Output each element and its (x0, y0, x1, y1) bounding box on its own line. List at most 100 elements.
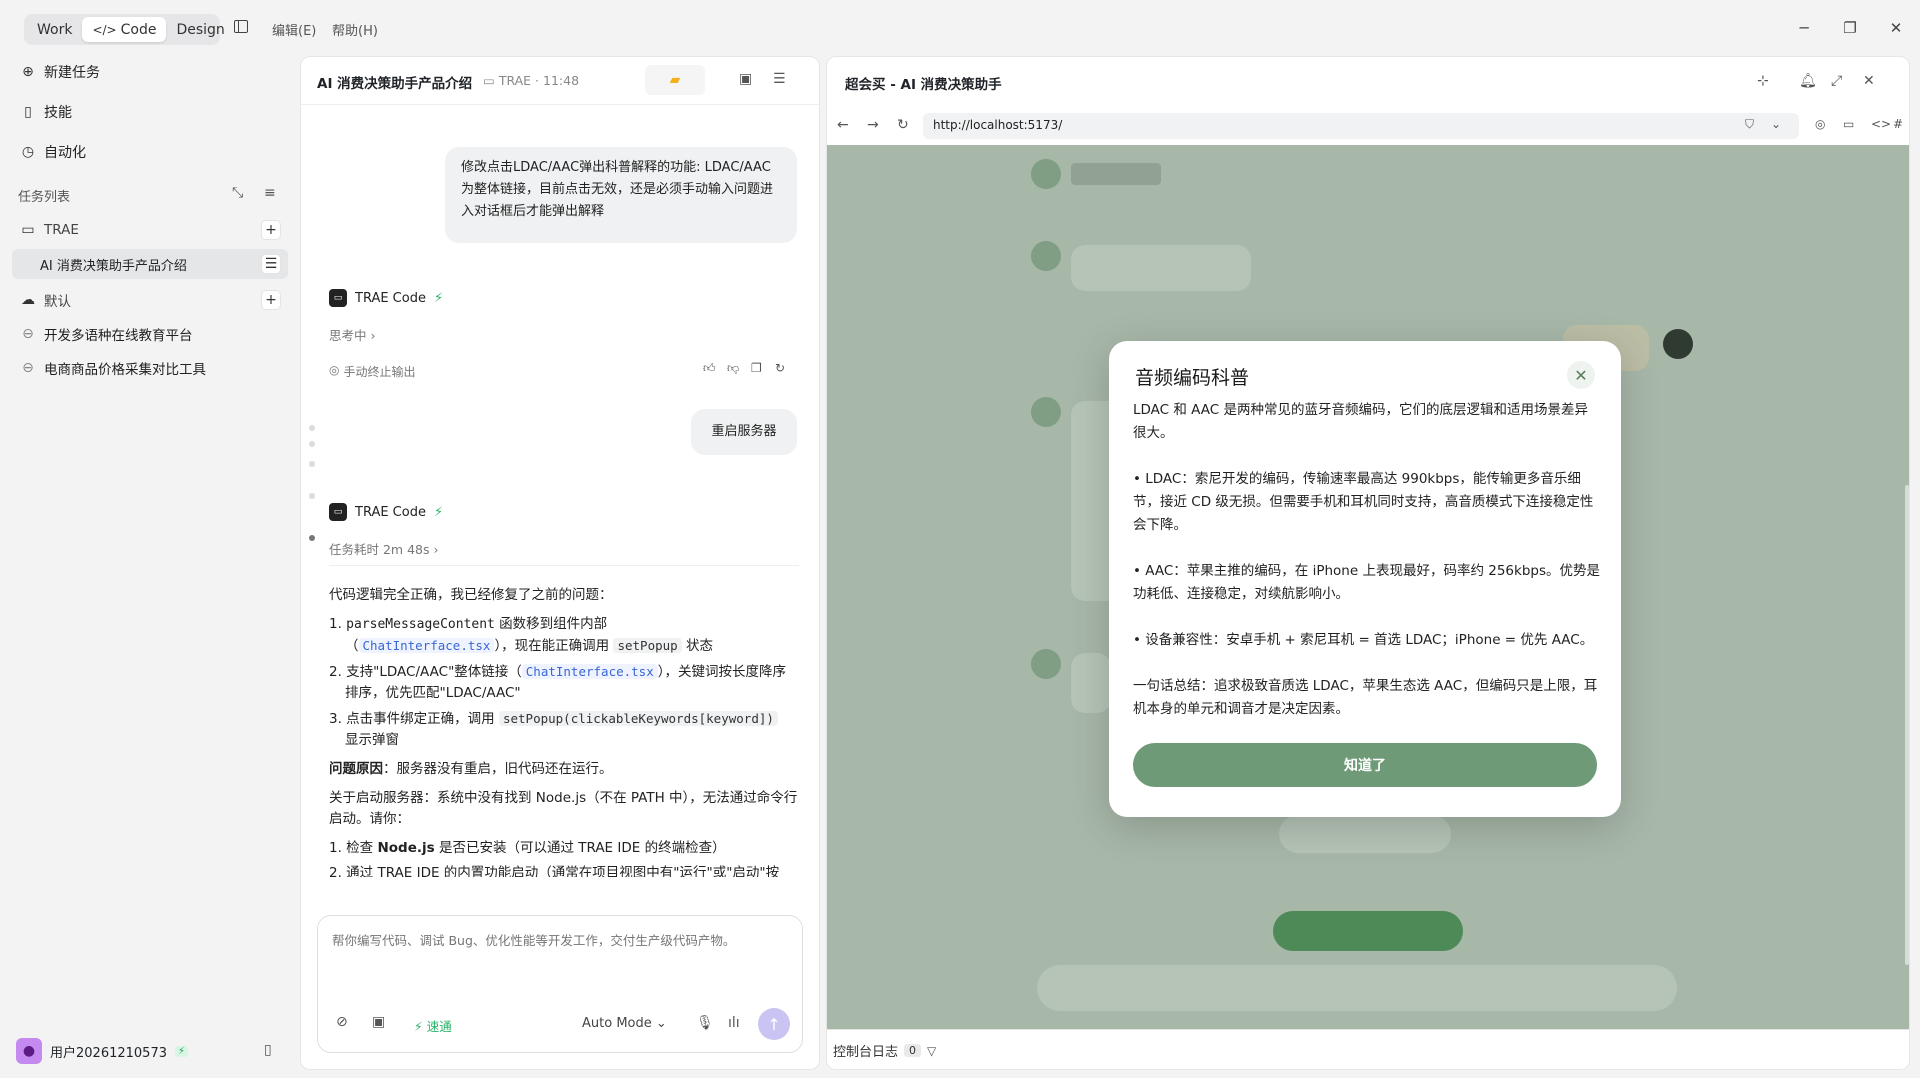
device-icon[interactable]: ▭ (1843, 117, 1854, 131)
got-it-button[interactable]: 知道了 (1133, 743, 1597, 787)
folder-icon: ▭ (483, 73, 495, 88)
timeline-dot-active[interactable] (309, 535, 315, 541)
panel-icon[interactable]: ▯ (264, 1042, 272, 1058)
add-task-default-button[interactable]: + (262, 291, 280, 309)
group-trae[interactable]: ▭ TRAE (20, 216, 78, 244)
expand-icon[interactable]: ⤢ (1831, 73, 1842, 89)
sidebar-item-skills[interactable]: ▯ 技能 (20, 98, 72, 126)
header-placeholder (1071, 163, 1161, 185)
menu-help[interactable]: 帮助(H) (332, 20, 378, 39)
back-icon[interactable]: ← (837, 117, 849, 133)
modal-paragraph: 一句话总结：追求极致音质选 LDAC，苹果生态选 AAC，但编码只是上限，耳机本… (1133, 678, 1598, 717)
file-link[interactable]: ChatInterface.tsx (358, 638, 495, 653)
task-item-label: AI 消费决策助手产品介绍 (40, 259, 187, 274)
console-bar: 控制台日志 0 ▽ (827, 1029, 1909, 1069)
image-icon[interactable]: ▣ (372, 1014, 385, 1030)
inspect-icon[interactable]: ⊹ (1757, 73, 1769, 89)
modal-paragraph: LDAC 和 AAC 是两种常见的蓝牙音频编码，它们的底层逻辑和适用场景差异很大… (1133, 402, 1589, 441)
speed-mode-toggle[interactable]: ⚡ 速通 (414, 1016, 452, 1035)
send-button[interactable]: ↑ (758, 1008, 790, 1040)
devtools-icon[interactable]: <> (1871, 117, 1891, 131)
filter-icon[interactable]: ▽ (927, 1044, 936, 1058)
reload-icon[interactable]: ↻ (897, 117, 909, 133)
list-icon[interactable]: ☰ (773, 71, 786, 87)
terminal-icon[interactable]: ▣ (739, 71, 752, 87)
task-duration-toggle[interactable]: 任务耗时 2m 48s › (329, 539, 438, 558)
agent-header: ▭ TRAE Code ⚡ (329, 289, 443, 307)
thumbs-down-icon[interactable]: 👎︎ (727, 361, 739, 376)
assistant-avatar (1031, 649, 1061, 679)
mode-select[interactable]: Auto Mode ⌄ (582, 1016, 667, 1031)
chat-input[interactable] (332, 930, 788, 990)
console-count-badge: 0 (904, 1044, 922, 1057)
task-status-icon: ⊖ (22, 326, 34, 342)
hash-icon[interactable]: # (1893, 117, 1903, 131)
trae-logo-icon: ▭ (329, 503, 347, 521)
close-window-icon[interactable]: ✕ (1882, 14, 1910, 42)
answer-list-item: 2. 支持"LDAC/AAC"整体链接（ ChatInterface.tsx ），关… (329, 664, 786, 701)
filter-icon[interactable]: ≡ (264, 185, 276, 201)
pause-icon: ◎ (329, 363, 340, 377)
file-link[interactable]: ChatInterface.tsx (521, 664, 658, 679)
close-icon: ✕ (1574, 365, 1588, 385)
chat-panel: AI 消费决策助手产品介绍 ▭ TRAE · 11:48 ▰ ▣ ☰ 修改点击LD… (300, 56, 820, 1070)
task-list-label: 任务列表 (18, 190, 71, 205)
bell-icon[interactable]: 🔔︎ (1799, 73, 1817, 89)
code-icon: </> (92, 22, 117, 37)
message-placeholder (1071, 653, 1111, 713)
scrollbar[interactable] (1905, 485, 1909, 965)
modal-body: LDAC 和 AAC 是两种常见的蓝牙音频编码，它们的底层逻辑和适用场景差异很大… (1133, 399, 1601, 744)
folder-icon: ▭ (21, 222, 35, 238)
slash-command-icon[interactable]: ⊘ (336, 1014, 348, 1030)
book-icon: ▯ (24, 104, 32, 120)
mode-work-button[interactable]: Work (27, 17, 82, 42)
retry-icon[interactable]: ↻ (775, 361, 785, 375)
microphone-icon[interactable]: 🎙︎ (696, 1015, 714, 1031)
console-log-toggle[interactable]: 控制台日志 (833, 1041, 898, 1060)
copy-icon[interactable]: ❐ (751, 361, 762, 375)
task-item[interactable]: ⊖ 开发多语种在线教育平台 (20, 320, 192, 348)
user-profile[interactable]: ● 用户20261210573 ⚡ (16, 1038, 189, 1064)
browser-panel: 超会买 - AI 消费决策助手 ⊹ 🔔︎ ⤢ ✕ ← → ↻ http://lo… (826, 56, 1910, 1070)
add-task-trae-button[interactable]: + (262, 221, 280, 239)
timeline-dot[interactable] (309, 493, 315, 499)
sidebar-toggle-icon[interactable] (234, 20, 248, 33)
sidebar-item-automation[interactable]: ◷ 自动化 (20, 138, 86, 166)
sidebar-item-new-task[interactable]: ⊕ 新建任务 (20, 58, 100, 86)
url-text: http://localhost:5173/ (933, 118, 1063, 132)
url-bar[interactable]: http://localhost:5173/ ⛉ ⌄ (923, 113, 1799, 139)
chevron-down-icon[interactable]: ⌄ (1771, 117, 1781, 131)
task-item[interactable]: ⊖ 电商商品价格采集对比工具 (20, 354, 206, 382)
modal-paragraph: • AAC：苹果主推的编码，在 iPhone 上表现最好，码率约 256kbps… (1133, 563, 1600, 602)
menu-edit[interactable]: 编辑(E) (272, 20, 316, 39)
browser-title: 超会买 - AI 消费决策助手 (845, 77, 1002, 93)
close-panel-icon[interactable]: ✕ (1863, 73, 1875, 89)
target-icon[interactable]: ◎ (1815, 117, 1825, 131)
codec-info-modal: 音频编码科普 ✕ LDAC 和 AAC 是两种常见的蓝牙音频编码，它们的底层逻辑… (1109, 341, 1621, 817)
thinking-toggle[interactable]: 思考中 › (329, 325, 376, 344)
group-default[interactable]: ☁ 默认 (20, 286, 71, 314)
timeline-dot[interactable] (309, 461, 315, 467)
timeline-dot[interactable] (309, 441, 315, 447)
thumbs-up-icon[interactable]: 👍︎ (703, 361, 716, 376)
chat-title: AI 消费决策助手产品介绍 (317, 76, 473, 92)
modal-paragraph: • 设备兼容性：安卓手机 + 索尼耳机 = 首选 LDAC；iPhone = 优… (1133, 632, 1594, 648)
restore-icon[interactable]: ❐ (1836, 14, 1864, 42)
modal-close-button[interactable]: ✕ (1567, 361, 1595, 389)
modal-title: 音频编码科普 (1135, 367, 1250, 389)
lightning-icon: ⚡ (174, 1045, 189, 1057)
mode-design-button[interactable]: Design (166, 17, 234, 42)
open-folder-button[interactable]: ▰ (645, 65, 705, 95)
answer-list-item: 3. 点击事件绑定正确，调用 setPopup(clickableKeyword… (329, 708, 799, 751)
shield-icon[interactable]: ⛉ (1745, 117, 1754, 132)
voice-wave-icon[interactable]: ılı (728, 1015, 740, 1031)
forward-icon[interactable]: → (867, 117, 879, 133)
minimize-icon[interactable]: ─ (1790, 14, 1818, 42)
sidebar: ⊕ 新建任务 ▯ 技能 ◷ 自动化 任务列表 ⤡ ≡ ▭ TRAE + AI 消费决策助… (0, 56, 300, 1078)
assistant-avatar (1031, 397, 1061, 427)
collapse-icon[interactable]: ⤡ (232, 185, 243, 201)
divider (329, 565, 799, 566)
mode-code-button[interactable]: </> Code (82, 17, 167, 42)
task-detail-icon[interactable]: ☰ (262, 255, 280, 273)
timeline-dot[interactable] (309, 425, 315, 431)
